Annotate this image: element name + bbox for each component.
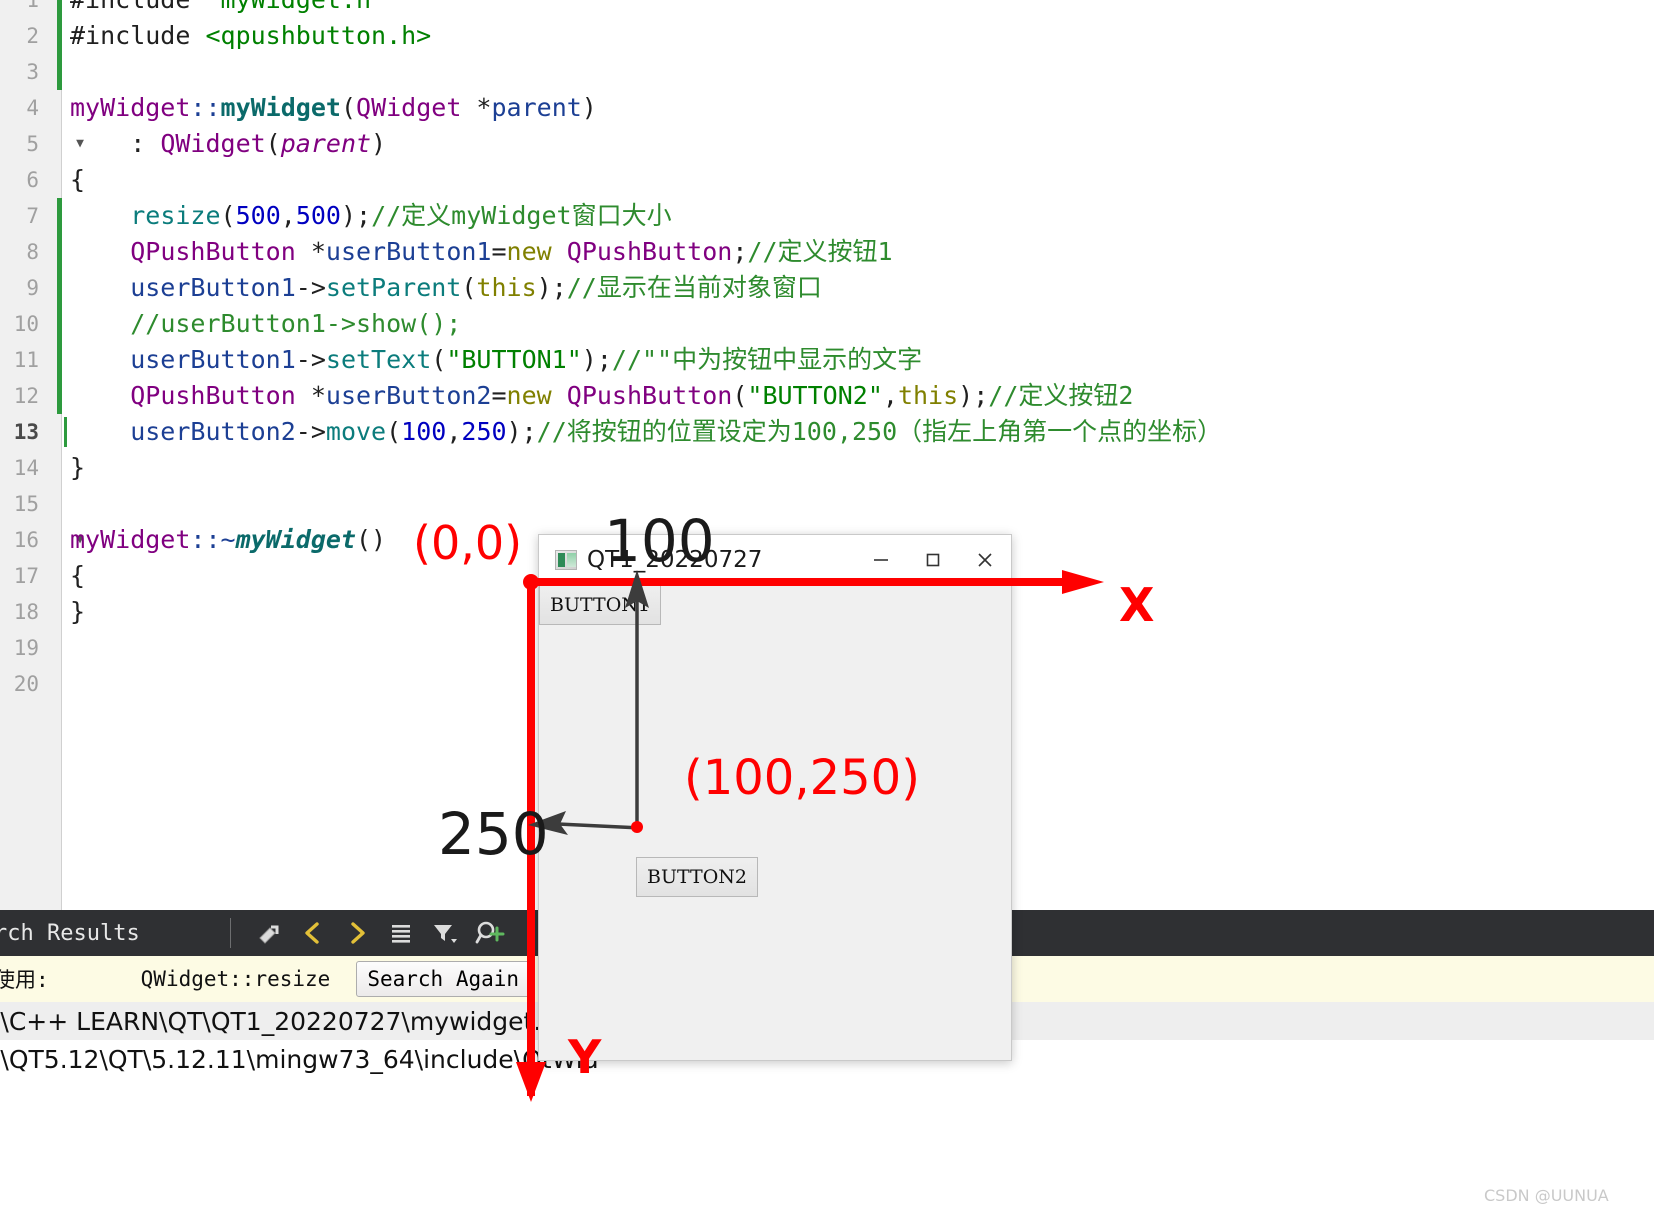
- window-controls: [855, 535, 1011, 585]
- usage-label: 使用:: [0, 968, 49, 992]
- search-again-button[interactable]: Search Again: [356, 961, 531, 997]
- button2[interactable]: BUTTON2: [636, 857, 758, 897]
- screenshot-root: 1 2 3 4 5 ▼ 6 7 8 9 10 11 12 13 14 15 16 ▼…: [0, 0, 1654, 1217]
- qt-window-body: BUTTON1 BUTTON2: [539, 585, 1011, 1060]
- search-results-title: rch Results: [0, 920, 140, 946]
- line-number: 20: [13, 672, 39, 696]
- result-path: :\QT5.12\QT\5.12.11\mingw73_64\include\Q…: [0, 1044, 599, 1074]
- code-line: QPushButton *userButton2=new QPushButton…: [130, 381, 1134, 410]
- code-line: }: [70, 453, 86, 482]
- qt-titlebar[interactable]: QT1_20220727: [539, 535, 1011, 585]
- line-number: 19: [13, 636, 39, 660]
- expand-all-icon[interactable]: [379, 911, 423, 955]
- line-number: 2: [0, 18, 62, 54]
- line-number: 11: [0, 342, 62, 378]
- line-number: 8: [0, 234, 62, 270]
- line-number: 17: [13, 564, 39, 588]
- new-search-icon[interactable]: [467, 911, 511, 955]
- line-number: 18: [13, 600, 39, 624]
- line-number: 12: [0, 378, 62, 414]
- line-number: 6: [26, 168, 39, 192]
- line-number: 16 ▼: [0, 522, 84, 558]
- button2-label: BUTTON2: [647, 866, 747, 888]
- code-line: userButton1->setParent(this);//显示在当前对象窗口: [70, 273, 822, 302]
- line-number-current: 13: [0, 414, 67, 450]
- line-number: 1: [0, 0, 62, 18]
- qt-app-icon: [555, 549, 577, 570]
- code-line: : QWidget(parent): [70, 129, 387, 158]
- line-number: 7: [0, 198, 62, 234]
- editor-gutter: 1 2 3 4 5 ▼ 6 7 8 9 10 11 12 13 14 15 16 ▼…: [0, 0, 84, 910]
- line-number: 14: [13, 456, 39, 480]
- line-number: 5 ▼: [0, 126, 84, 162]
- button1-label: BUTTON1: [550, 594, 650, 616]
- line-number: 9: [0, 270, 62, 306]
- clear-icon[interactable]: [247, 911, 291, 955]
- code-line: {: [70, 165, 86, 194]
- line-number: 4: [26, 96, 39, 120]
- qt-application-window[interactable]: QT1_20220727 BUTTON1 BUTTON2: [538, 534, 1012, 1061]
- line-number: 10: [0, 306, 62, 342]
- code-line: userButton1->setText("BUTTON1");//""中为按钮…: [70, 345, 923, 374]
- code-line-current: userButton2->move(100,250);//将按钮的位置设定为10…: [70, 417, 1223, 446]
- code-line: #include <qpushbutton.h>: [70, 21, 432, 50]
- close-icon[interactable]: [959, 535, 1011, 585]
- button1[interactable]: BUTTON1: [539, 585, 661, 625]
- minimize-icon[interactable]: [855, 535, 907, 585]
- result-path: :\C++ LEARN\QT\QT1_20220727\mywidget.cpp: [0, 1006, 587, 1036]
- maximize-icon[interactable]: [907, 535, 959, 585]
- code-line: //userButton1->show();: [130, 309, 462, 338]
- next-icon[interactable]: [335, 911, 379, 955]
- code-line: QPushButton *userButton1=new QPushButton…: [130, 237, 893, 266]
- line-number: 3: [0, 54, 62, 90]
- search-again-label: Search Again: [367, 967, 520, 991]
- code-line: resize(500,500);//定义myWidget窗口大小: [130, 201, 672, 230]
- toolbar-divider: [229, 918, 231, 948]
- filter-icon[interactable]: [423, 911, 467, 955]
- code-line: myWidget::myWidget(QWidget *parent): [70, 93, 597, 122]
- qt-window-title: QT1_20220727: [587, 546, 763, 573]
- prev-icon[interactable]: [291, 911, 335, 955]
- line-number: 15: [13, 492, 39, 516]
- code-line: #include "myWidget.h": [70, 0, 1654, 18]
- search-symbol: QWidget::resize: [140, 967, 331, 991]
